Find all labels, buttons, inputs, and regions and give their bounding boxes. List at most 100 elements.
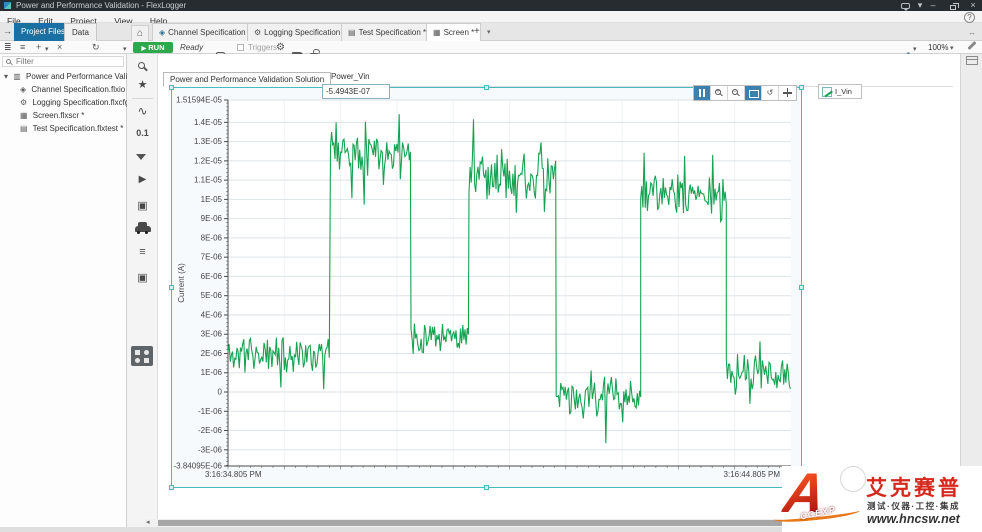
filter-widget-icon[interactable] bbox=[136, 154, 146, 160]
waveform-chart[interactable]: 1.51594E-051.4E-051.3E-051.2E-051.1E-051… bbox=[170, 88, 810, 490]
zoom-in-button[interactable]: + bbox=[711, 86, 728, 100]
minimize-button[interactable]: – bbox=[926, 1, 940, 10]
help-icon[interactable]: ? bbox=[964, 12, 975, 23]
tree-item-project-root[interactable]: ▾ ▥ Power and Performance Validatio... bbox=[0, 72, 127, 84]
numeric-indicator-value[interactable]: -5.4943E-07 bbox=[322, 84, 390, 99]
toolbar: ≣ ≡ + ▾ × ↻ ▾ ▶ RUN Ready Triggers ⚙ ▾ 1… bbox=[0, 41, 982, 54]
y-tick-label: -1E-06 bbox=[198, 407, 223, 416]
channel-icon: ◈ bbox=[20, 85, 26, 94]
close-button[interactable]: × bbox=[966, 1, 980, 10]
palette-strip: ★ ∿ 0.1 ▶ ▣ ≡ ▣ bbox=[127, 54, 158, 532]
search-icon bbox=[6, 59, 11, 64]
selection-handle[interactable] bbox=[169, 85, 174, 90]
resize-arrows-icon[interactable]: ↔ bbox=[966, 28, 978, 37]
tree-item-logging-specification[interactable]: ⚙ Logging Specification.flxcfg * bbox=[0, 98, 127, 110]
new-tab-button[interactable]: + bbox=[474, 26, 480, 37]
selection-handle[interactable] bbox=[799, 285, 804, 290]
tree-list-icon[interactable]: ≡ bbox=[20, 42, 25, 52]
pan-button[interactable] bbox=[779, 86, 796, 100]
play-widget-icon[interactable]: ▶ bbox=[127, 174, 158, 185]
y-tick-label: 3E-06 bbox=[201, 330, 223, 339]
tree-item-label: Power and Performance Validatio... bbox=[26, 72, 127, 81]
reset-zoom-button[interactable]: ↺ bbox=[762, 86, 779, 100]
tree-item-channel-specification[interactable]: ◈ Channel Specification.flxio * bbox=[0, 85, 127, 97]
legend-item-ivin[interactable]: I_Vin bbox=[818, 84, 862, 99]
selection-handle[interactable] bbox=[484, 485, 489, 490]
zoom-out-button[interactable]: − bbox=[728, 86, 745, 100]
settings-gear-icon[interactable]: ⚙ bbox=[276, 42, 285, 53]
window-widget-icon[interactable]: ▣ bbox=[127, 271, 158, 284]
tab-data[interactable]: Data bbox=[64, 23, 97, 41]
filter-caret-icon[interactable]: ▾ bbox=[123, 45, 127, 53]
y-tick-label: 5E-06 bbox=[201, 291, 223, 300]
channel-icon: ◈ bbox=[159, 28, 165, 37]
box-zoom-button[interactable] bbox=[745, 86, 762, 100]
tree-item-screen[interactable]: ▦ Screen.flxscr * bbox=[0, 111, 127, 123]
zoom-caret-icon[interactable]: ▾ bbox=[950, 44, 954, 52]
filter-input[interactable] bbox=[16, 57, 121, 66]
y-tick-label: 8E-06 bbox=[201, 233, 223, 242]
tab-list-caret-icon[interactable]: ▾ bbox=[487, 28, 491, 36]
tree-item-test-specification[interactable]: ▤ Test Specification.flxtest * bbox=[0, 124, 127, 136]
doc-tab-logging-specification[interactable]: ⚙Logging Specification * bbox=[247, 23, 353, 41]
status-text: Ready bbox=[180, 43, 203, 52]
remove-item-button[interactable]: × bbox=[57, 42, 62, 52]
button-widget-icon[interactable]: ▣ bbox=[127, 199, 158, 212]
tree-item-label: Channel Specification.flxio * bbox=[31, 85, 127, 94]
feedback-caret-icon[interactable]: ▾ bbox=[913, 1, 927, 10]
selection-handle[interactable] bbox=[799, 85, 804, 90]
dock-panel-icon[interactable] bbox=[966, 56, 978, 65]
test-icon: ▤ bbox=[348, 28, 356, 37]
project-book-icon: ▥ bbox=[13, 72, 21, 81]
add-item-button[interactable]: + bbox=[36, 42, 41, 52]
connection-caret-icon[interactable]: ▾ bbox=[913, 45, 917, 53]
selection-handle[interactable] bbox=[484, 85, 489, 90]
play-icon: ▶ bbox=[142, 46, 147, 52]
pause-button[interactable] bbox=[694, 86, 711, 100]
run-label: RUN bbox=[148, 43, 164, 52]
add-item-caret-icon[interactable]: ▾ bbox=[45, 45, 49, 53]
y-tick-label: 9E-06 bbox=[201, 214, 223, 223]
brand-url: www.hncsw.net bbox=[867, 512, 960, 526]
slider-widget-icon[interactable]: ≡ bbox=[127, 246, 158, 258]
feedback-bubble-icon[interactable] bbox=[898, 2, 912, 11]
y-tick-label: 6E-06 bbox=[201, 272, 223, 281]
doc-tab-label: Logging Specification * bbox=[264, 28, 345, 37]
graph-toolbar: + − ↺ bbox=[693, 85, 797, 101]
x-end-label: 3:16:44.805 PM bbox=[724, 470, 781, 479]
y-tick-label: -2E-06 bbox=[198, 426, 223, 435]
zoom-level[interactable]: 100% bbox=[928, 43, 948, 52]
y-tick-label: 1.2E-05 bbox=[194, 156, 223, 165]
gear-icon: ⚙ bbox=[20, 98, 27, 107]
x-start-label: 3:16:34.805 PM bbox=[205, 470, 262, 479]
scroll-left-icon[interactable]: ◂ bbox=[146, 519, 150, 527]
home-icon: ⌂ bbox=[137, 28, 143, 39]
expander-icon[interactable]: ▾ bbox=[4, 72, 8, 81]
selection-handle[interactable] bbox=[169, 285, 174, 290]
numeric-widget-icon[interactable]: 0.1 bbox=[127, 128, 158, 138]
app-icon bbox=[4, 2, 11, 9]
doc-tab-screen[interactable]: ▦Screen * bbox=[426, 23, 481, 41]
triggers-checkbox[interactable] bbox=[237, 44, 244, 51]
widget-gallery-icon[interactable] bbox=[131, 346, 153, 366]
favorites-star-icon[interactable]: ★ bbox=[127, 78, 158, 91]
tree-item-label: Logging Specification.flxcfg * bbox=[32, 98, 127, 107]
run-button[interactable]: ▶ RUN bbox=[133, 42, 173, 53]
collapse-panel-icon[interactable]: → bbox=[2, 25, 13, 38]
tree-expand-icon[interactable]: ≣ bbox=[4, 42, 12, 53]
signal-wave-icon[interactable]: ∿ bbox=[127, 104, 158, 118]
test-icon: ▤ bbox=[20, 124, 28, 133]
y-tick-label: 2E-06 bbox=[201, 349, 223, 358]
y-tick-label: 4E-06 bbox=[201, 310, 223, 319]
solution-tab[interactable]: Power and Performance Validation Solutio… bbox=[163, 72, 331, 87]
refresh-icon[interactable]: ↻ bbox=[92, 42, 100, 53]
numeric-indicator-label: Power_Vin bbox=[331, 72, 370, 81]
vehicle-icon[interactable] bbox=[135, 226, 151, 232]
filter-search-box[interactable] bbox=[2, 56, 124, 67]
mascot-outline bbox=[840, 466, 866, 492]
doc-tab-test-specification[interactable]: ▤Test Specification * bbox=[341, 23, 433, 41]
selection-handle[interactable] bbox=[169, 485, 174, 490]
home-tab[interactable]: ⌂ bbox=[131, 25, 149, 41]
doc-tab-channel-specification[interactable]: ◈Channel Specification * bbox=[152, 23, 258, 41]
search-icon[interactable] bbox=[138, 62, 145, 69]
